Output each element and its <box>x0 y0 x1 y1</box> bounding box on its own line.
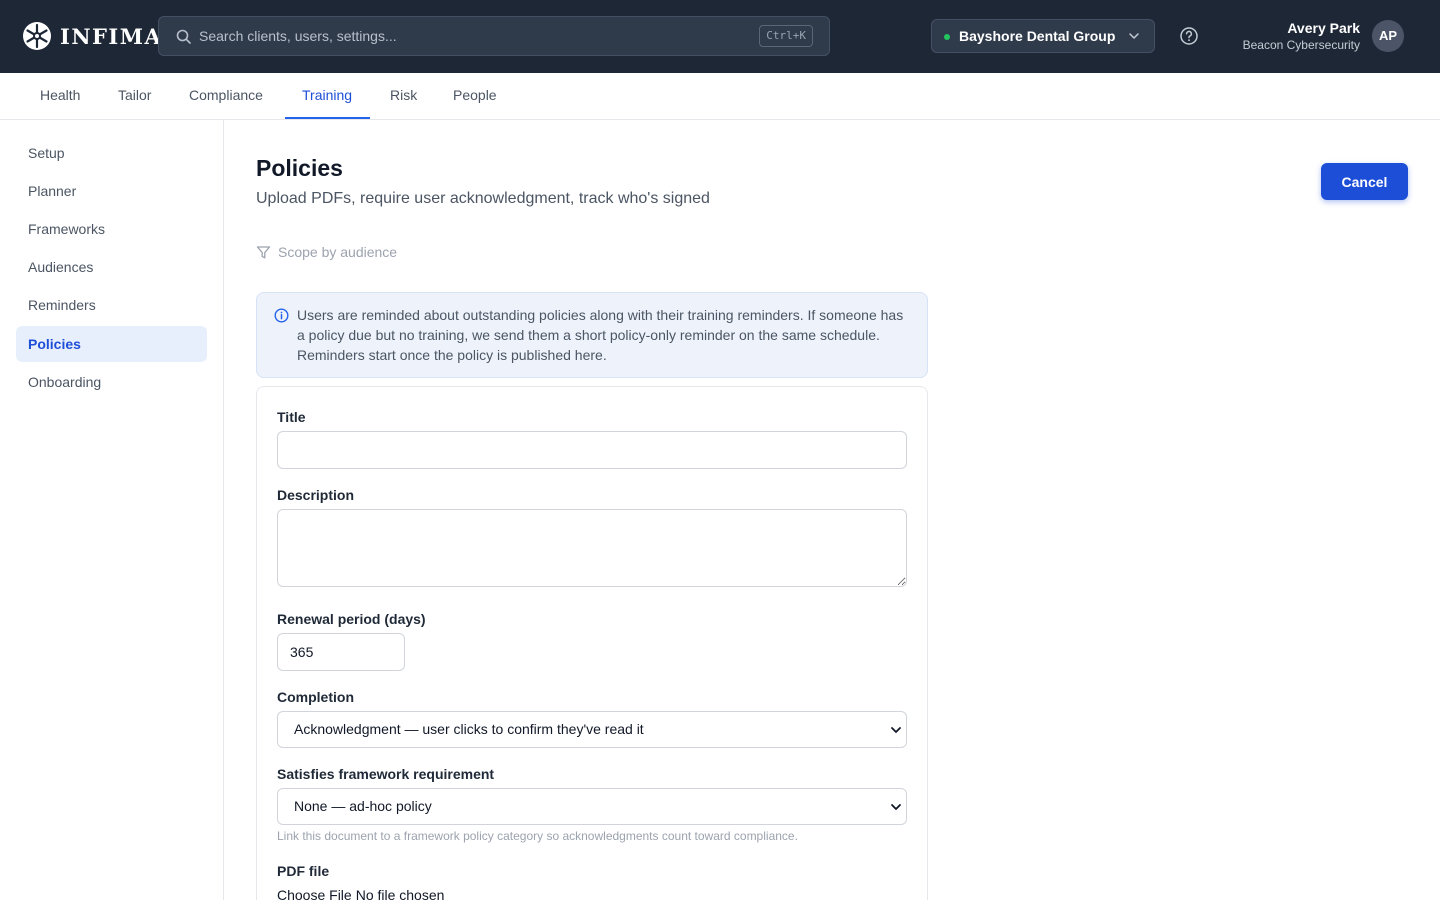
completion-select[interactable]: Acknowledgment — user clicks to confirm … <box>277 711 907 748</box>
scope-by-audience-label: Scope by audience <box>278 244 398 260</box>
renewal-period-field[interactable] <box>277 633 405 671</box>
tab-training[interactable]: Training <box>302 73 352 119</box>
top-bar: INFIMA Ctrl+K Bayshore Dental Group Aver… <box>0 0 1440 73</box>
page-subtitle: Upload PDFs, require user acknowledgment… <box>256 190 710 207</box>
brand-logo[interactable]: INFIMA <box>22 20 162 52</box>
user-name: Avery Park <box>1287 20 1360 36</box>
global-search[interactable]: Ctrl+K <box>158 16 830 56</box>
framework-requirement-select[interactable]: None — ad-hoc policy <box>277 788 907 825</box>
brand-name: INFIMA <box>60 23 163 49</box>
search-icon <box>176 29 191 44</box>
info-banner-text: Users are reminded about outstanding pol… <box>297 307 904 363</box>
snowflake-logo-icon <box>23 22 51 50</box>
user-menu[interactable]: Avery Park Beacon Cybersecurity <box>1243 20 1360 54</box>
framework-help-text: Link this document to a framework policy… <box>277 829 798 843</box>
choose-file-button[interactable]: Choose File <box>277 887 352 900</box>
page-title: Policies <box>256 155 343 181</box>
completion-label: Completion <box>277 689 354 705</box>
client-selector-label: Bayshore Dental Group <box>959 28 1116 44</box>
cancel-button[interactable]: Cancel <box>1321 163 1408 200</box>
help-icon[interactable] <box>1179 26 1199 46</box>
file-status-text: No file chosen <box>355 887 445 900</box>
search-shortcut-hint: Ctrl+K <box>759 25 813 47</box>
sidebar-item-onboarding[interactable]: Onboarding <box>16 364 207 400</box>
description-label: Description <box>277 487 355 503</box>
sidebar-item-setup[interactable]: Setup <box>16 135 207 171</box>
user-org: Beacon Cybersecurity <box>1242 38 1360 52</box>
tab-tailor[interactable]: Tailor <box>118 73 151 119</box>
client-selector[interactable]: Bayshore Dental Group <box>931 19 1155 53</box>
tab-people[interactable]: People <box>453 73 497 119</box>
main-tabs: Health Tailor Compliance Training Risk P… <box>0 73 1440 120</box>
chevron-down-icon <box>891 804 901 810</box>
title-field[interactable] <box>277 431 907 469</box>
active-tab-indicator <box>285 117 370 119</box>
sidebar-item-planner[interactable]: Planner <box>16 173 207 209</box>
sidebar: Setup Planner Frameworks Audiences Remin… <box>0 120 224 900</box>
description-field[interactable] <box>277 509 907 587</box>
completion-selected-value: Acknowledgment — user clicks to confirm … <box>294 721 644 737</box>
tab-risk[interactable]: Risk <box>390 73 417 119</box>
chevron-down-icon <box>891 727 901 733</box>
filter-icon <box>256 245 271 258</box>
scope-by-audience-toggle[interactable]: Scope by audience <box>256 244 397 260</box>
renewal-period-label: Renewal period (days) <box>277 611 426 627</box>
framework-requirement-label: Satisfies framework requirement <box>277 766 495 782</box>
avatar[interactable]: AP <box>1372 20 1404 52</box>
sidebar-item-reminders[interactable]: Reminders <box>16 287 207 323</box>
search-input[interactable] <box>199 17 739 55</box>
chevron-down-icon <box>1129 33 1139 39</box>
framework-selected-value: None — ad-hoc policy <box>294 798 432 814</box>
title-label: Title <box>277 409 306 425</box>
pdf-file-input[interactable]: Choose File No file chosen <box>277 887 444 900</box>
tab-health[interactable]: Health <box>40 73 80 119</box>
sidebar-item-policies[interactable]: Policies <box>16 326 207 362</box>
pdf-file-label: PDF file <box>277 863 330 879</box>
client-status-dot <box>944 34 950 40</box>
info-icon <box>274 308 289 323</box>
info-banner: Users are reminded about outstanding pol… <box>256 292 928 378</box>
sidebar-item-audiences[interactable]: Audiences <box>16 249 207 285</box>
tab-compliance[interactable]: Compliance <box>189 73 263 119</box>
sidebar-item-frameworks[interactable]: Frameworks <box>16 211 207 247</box>
